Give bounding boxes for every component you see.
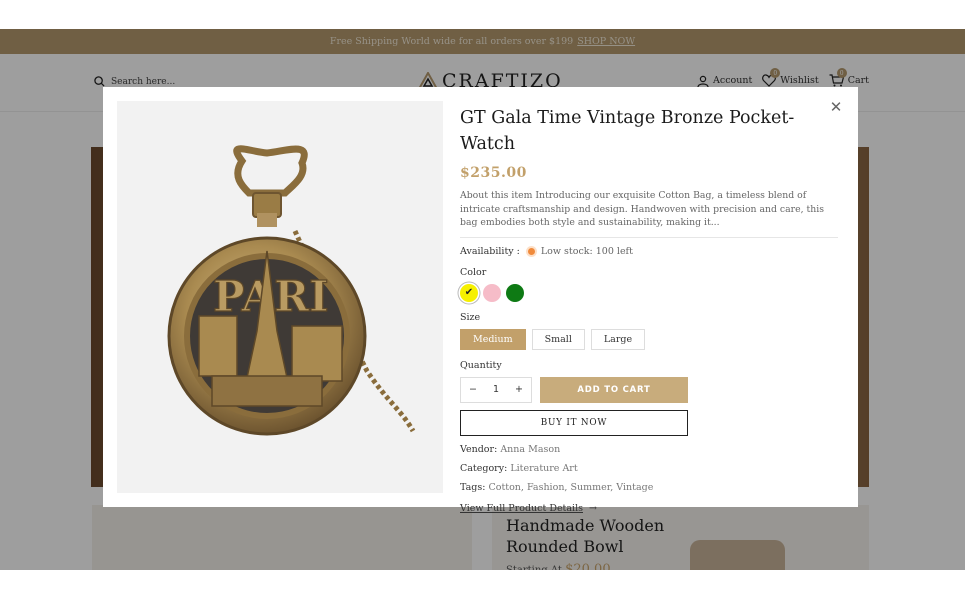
increase-quantity-button[interactable]: + [515, 384, 523, 395]
vendor-value[interactable]: Anna Mason [500, 444, 560, 455]
category-row: Category: Literature Art [460, 463, 838, 474]
product-price: $235.00 [460, 165, 527, 181]
product-description: About this item Introducing our exquisit… [460, 190, 824, 229]
buy-now-button[interactable]: BUY IT NOW [460, 409, 688, 436]
pocket-watch-image: PARI [167, 145, 416, 436]
category-value[interactable]: Literature Art [510, 463, 577, 474]
quick-view-modal: PARI ✕ GT Gala Time Vintage Bronze Pocke… [103, 87, 858, 514]
size-option-large[interactable]: Large [590, 328, 646, 350]
size-option-medium[interactable]: Medium [460, 328, 526, 350]
availability: Availability : Low stock: 100 left [460, 246, 838, 257]
category-label: Category: [460, 462, 508, 474]
color-swatch-yellow[interactable]: ✔ [460, 283, 478, 302]
color-label: Color [460, 266, 487, 278]
availability-value: Low stock: 100 left [540, 245, 633, 257]
tags-row: Tags: Cotton, Fashion, Summer, Vintage [460, 482, 838, 493]
product-info: GT Gala Time Vintage Bronze Pocket-Watch… [460, 105, 838, 514]
add-to-cart-button[interactable]: ADD TO CART [540, 376, 688, 403]
decrease-quantity-button[interactable]: − [469, 384, 477, 395]
color-swatches: ✔ [460, 283, 838, 302]
product-title: GT Gala Time Vintage Bronze Pocket-Watch [460, 108, 795, 154]
color-swatch-green[interactable] [506, 283, 524, 302]
product-image: PARI [117, 101, 443, 493]
stock-indicator-icon [527, 247, 535, 255]
vendor-label: Vendor: [460, 443, 498, 455]
size-options: Medium Small Large [460, 328, 838, 350]
vendor-row: Vendor: Anna Mason [460, 444, 838, 455]
quantity-label: Quantity [460, 359, 502, 371]
divider [460, 236, 838, 238]
tags-value[interactable]: Cotton, Fashion, Summer, Vintage [488, 482, 653, 493]
tags-label: Tags: [460, 481, 486, 493]
quantity-value[interactable]: 1 [493, 384, 499, 395]
view-full-details-link[interactable]: View Full Product Details [460, 503, 583, 514]
check-icon: ✔ [464, 287, 474, 299]
size-label: Size [460, 311, 481, 323]
size-option-small[interactable]: Small [531, 328, 585, 350]
color-swatch-pink[interactable] [483, 283, 501, 302]
arrow-right-icon: → [589, 502, 597, 514]
full-details-row: View Full Product Details → [460, 503, 838, 514]
availability-label: Availability : [460, 245, 520, 257]
quantity-stepper: − 1 + [460, 376, 532, 403]
quantity-row: − 1 + ADD TO CART [460, 376, 838, 403]
top-gap [0, 0, 965, 29]
bottom-strip [0, 570, 965, 600]
